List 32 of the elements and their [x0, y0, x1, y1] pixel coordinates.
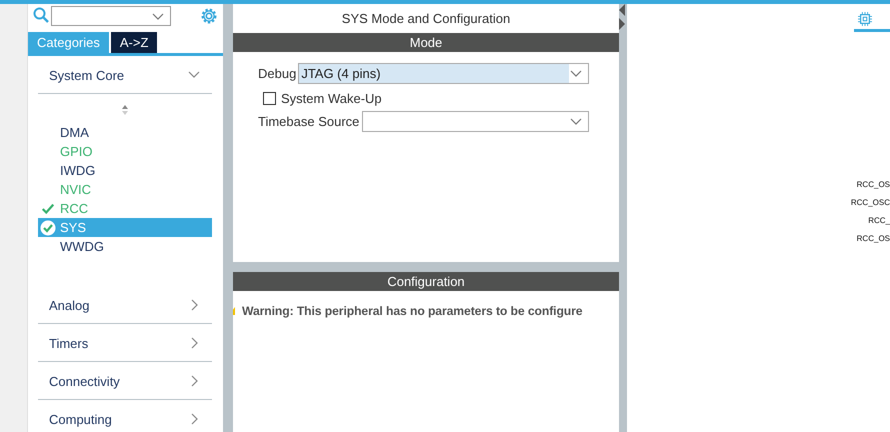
- sort-icon[interactable]: [121, 104, 129, 116]
- category-header[interactable]: Computing: [38, 401, 212, 432]
- chip-icon[interactable]: [858, 12, 872, 26]
- category-tab[interactable]: A->Z: [110, 32, 158, 53]
- peripheral-item[interactable]: IWDG: [38, 161, 212, 180]
- checkbox-label: System Wake-Up: [281, 91, 382, 106]
- dropdown-caret-icon[interactable]: [570, 118, 582, 126]
- pin-label: RCC_OSC: [850, 197, 890, 209]
- debug-select[interactable]: JTAG (4 pins): [298, 63, 590, 84]
- category-header[interactable]: Timers: [38, 325, 212, 362]
- peripheral-item[interactable]: DMA: [38, 123, 212, 142]
- warning-text: Warning: This peripheral has no parameters to be configure: [242, 304, 582, 318]
- timebase-select[interactable]: [362, 111, 590, 132]
- category-header[interactable]: Connectivity: [38, 363, 212, 400]
- checkbox[interactable]: [263, 92, 276, 105]
- section-header: Mode: [233, 33, 619, 52]
- dropdown-caret-icon[interactable]: [152, 13, 164, 21]
- search-field[interactable]: [51, 6, 171, 26]
- settings-icon[interactable]: [200, 7, 218, 25]
- dropdown-caret-icon[interactable]: [570, 70, 582, 78]
- debug-label: Debug: [258, 66, 296, 81]
- section-header: Configuration: [233, 272, 619, 291]
- pin-label: RCC_OS: [856, 179, 890, 191]
- pin-label: RCC_: [868, 215, 890, 227]
- timebase-label: Timebase Source: [258, 114, 360, 129]
- category-header[interactable]: Analog: [38, 287, 212, 324]
- collapse-arrows-icon[interactable]: [619, 4, 627, 30]
- panel-title: SYS Mode and Configuration: [340, 10, 512, 28]
- peripheral-item[interactable]: WWDG: [38, 237, 212, 256]
- pin-label: RCC_OS: [856, 233, 890, 245]
- search-icon[interactable]: [33, 7, 49, 23]
- category-header[interactable]: System Core: [38, 68, 212, 94]
